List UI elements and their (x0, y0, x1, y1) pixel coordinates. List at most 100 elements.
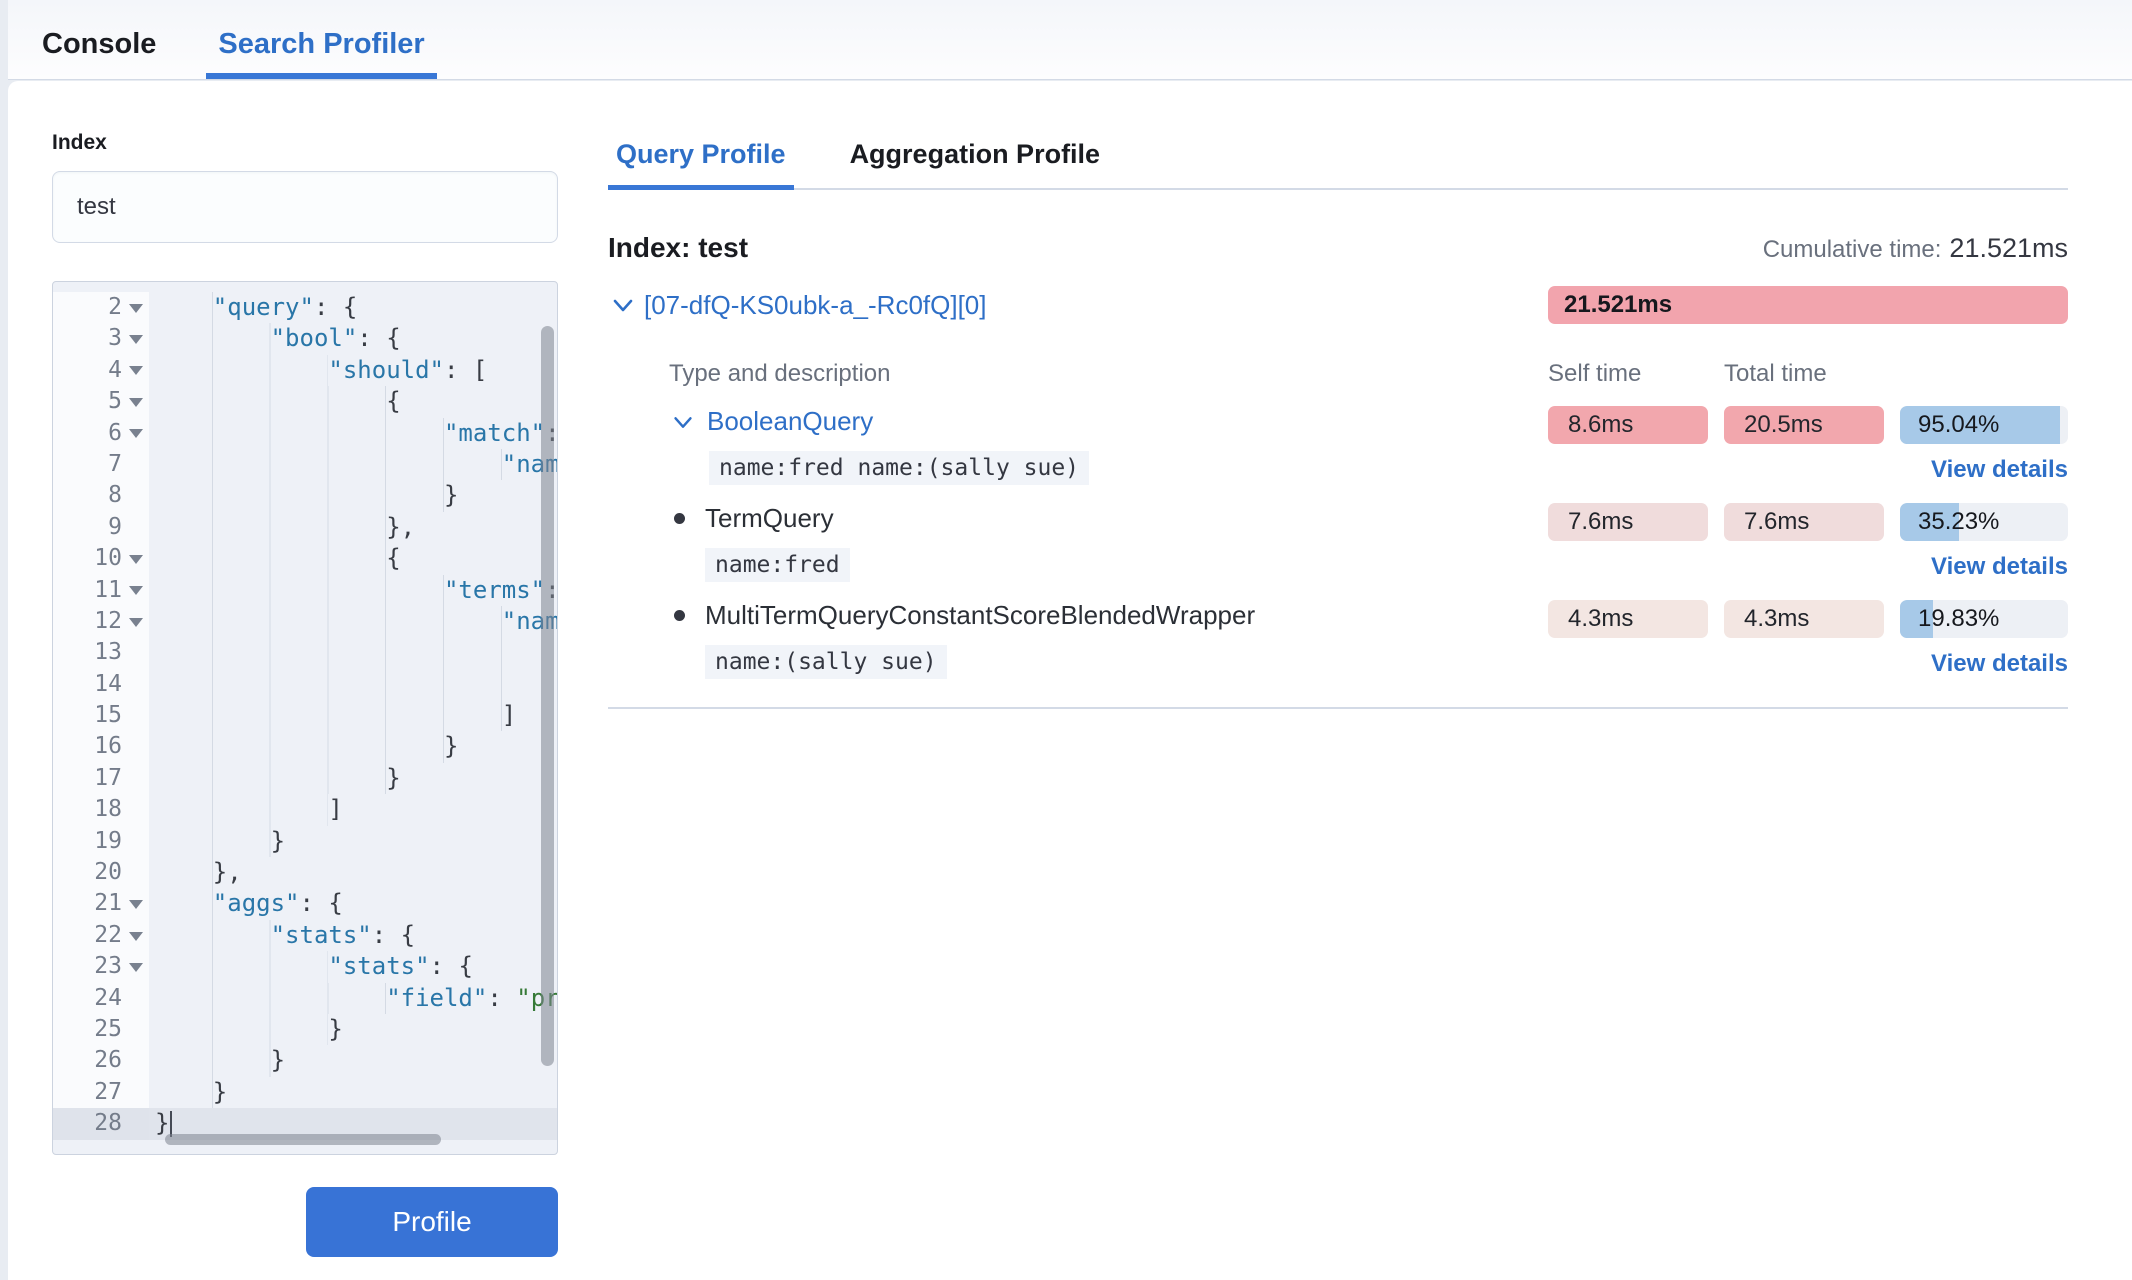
query-editor[interactable]: 2"query": {3"bool": {4"should": [5{6"mat… (52, 281, 558, 1155)
shard-time-value: 21.521ms (1564, 291, 1672, 319)
fold-arrow-icon[interactable] (127, 428, 145, 438)
fold-arrow-icon[interactable] (127, 365, 145, 375)
percent-bar: 95.04% (1900, 406, 2068, 444)
editor-gutter[interactable]: 22 (53, 920, 149, 951)
editor-line-5[interactable]: 5{ (53, 386, 557, 417)
shard-toggle-link[interactable]: [07-dfQ-KS0ubk-a_-Rc0fQ][0] (608, 290, 986, 321)
code-line-text: "name": "fred" (149, 449, 557, 480)
editor-line-12[interactable]: 12"name": [ (53, 606, 557, 637)
horizontal-scrollbar-thumb[interactable] (165, 1134, 441, 1145)
shard-id: [07-dfQ-KS0ubk-a_-Rc0fQ][0] (644, 290, 986, 321)
code-line-text: "sally" (149, 669, 557, 700)
editor-line-13[interactable]: 13"sue", (53, 637, 557, 668)
editor-line-19[interactable]: 19} (53, 826, 557, 857)
fold-arrow-icon[interactable] (127, 397, 145, 407)
editor-line-21[interactable]: 21"aggs": { (53, 888, 557, 919)
shard-row: [07-dfQ-KS0ubk-a_-Rc0fQ][0] 21.521ms (608, 286, 2068, 324)
editor-gutter[interactable]: 6 (53, 418, 149, 449)
editor-line-6[interactable]: 6"match": { (53, 418, 557, 449)
editor-line-22[interactable]: 22"stats": { (53, 920, 557, 951)
code-line-text: "aggs": { (149, 888, 557, 919)
cumulative-time: Cumulative time:21.521ms (1763, 233, 2068, 264)
editor-line-17[interactable]: 17} (53, 763, 557, 794)
editor-line-9[interactable]: 9}, (53, 512, 557, 543)
editor-line-27[interactable]: 27} (53, 1077, 557, 1108)
total-time-badge: 20.5ms (1724, 406, 1884, 444)
editor-gutter: 14 (53, 669, 149, 700)
editor-line-23[interactable]: 23"stats": { (53, 951, 557, 982)
editor-line-18[interactable]: 18] (53, 794, 557, 825)
query-type[interactable]: BooleanQuery (669, 406, 1548, 437)
code-line-text: } (149, 1014, 557, 1045)
fold-arrow-placeholder (127, 1119, 145, 1129)
profile-results: Query Profile Aggregation Profile Index:… (608, 81, 2068, 709)
line-number: 16 (94, 731, 122, 762)
editor-line-10[interactable]: 10{ (53, 543, 557, 574)
view-details-link[interactable]: View details (1931, 650, 2068, 678)
fold-arrow-icon[interactable] (127, 931, 145, 941)
view-details-link[interactable]: View details (1931, 456, 2068, 484)
editor-gutter[interactable]: 5 (53, 386, 149, 417)
code-line-text: } (149, 731, 557, 762)
editor-gutter[interactable]: 2 (53, 292, 149, 323)
query-description: name:fred name:(sally sue) (709, 451, 1089, 485)
tab-query-profile[interactable]: Query Profile (608, 139, 794, 188)
self-time-badge: 7.6ms (1548, 503, 1708, 541)
fold-arrow-icon[interactable] (127, 303, 145, 313)
percent-value: 95.04% (1918, 406, 1999, 444)
editor-line-16[interactable]: 16} (53, 731, 557, 762)
editor-gutter[interactable]: 4 (53, 355, 149, 386)
bullet-icon (674, 610, 685, 621)
editor-line-11[interactable]: 11"terms": { (53, 575, 557, 606)
editor-gutter: 15 (53, 700, 149, 731)
editor-gutter[interactable]: 10 (53, 543, 149, 574)
vertical-scrollbar-thumb[interactable] (541, 326, 554, 1066)
editor-line-8[interactable]: 8} (53, 480, 557, 511)
chevron-down-icon (608, 290, 638, 320)
code-line-text: }, (149, 512, 557, 543)
editor-gutter: 7 (53, 449, 149, 480)
editor-line-25[interactable]: 25} (53, 1014, 557, 1045)
view-details-link[interactable]: View details (1931, 553, 2068, 581)
code-line-text: }, (149, 857, 557, 888)
editor-line-24[interactable]: 24"field": "price" (53, 983, 557, 1014)
editor-gutter: 17 (53, 763, 149, 794)
editor-line-4[interactable]: 4"should": [ (53, 355, 557, 386)
editor-line-14[interactable]: 14 "sally" (53, 669, 557, 700)
line-number: 26 (94, 1045, 122, 1076)
profile-button[interactable]: Profile (306, 1187, 558, 1257)
line-number: 14 (94, 669, 122, 700)
editor-gutter[interactable]: 12 (53, 606, 149, 637)
fold-arrow-placeholder (127, 648, 145, 658)
index-input[interactable] (52, 171, 558, 243)
editor-line-20[interactable]: 20}, (53, 857, 557, 888)
fold-arrow-placeholder (127, 805, 145, 815)
editor-line-3[interactable]: 3"bool": { (53, 323, 557, 354)
fold-arrow-icon[interactable] (127, 617, 145, 627)
line-number: 17 (94, 763, 122, 794)
editor-line-15[interactable]: 15] (53, 700, 557, 731)
query-description: name:fred (705, 548, 850, 582)
self-time-badge: 4.3ms (1548, 600, 1708, 638)
code-line-text: "name": [ (149, 606, 557, 637)
editor-line-7[interactable]: 7"name": "fred" (53, 449, 557, 480)
tab-search-profiler[interactable]: Search Profiler (206, 28, 436, 79)
editor-line-2[interactable]: 2"query": { (53, 292, 557, 323)
self-time-badge: 8.6ms (1548, 406, 1708, 444)
fold-arrow-icon[interactable] (127, 899, 145, 909)
editor-gutter[interactable]: 21 (53, 888, 149, 919)
code-line-text: "query": { (149, 292, 557, 323)
fold-arrow-icon[interactable] (127, 962, 145, 972)
editor-gutter[interactable]: 11 (53, 575, 149, 606)
editor-gutter[interactable]: 3 (53, 323, 149, 354)
fold-arrow-icon[interactable] (127, 554, 145, 564)
tab-console[interactable]: Console (30, 28, 168, 79)
editor-line-26[interactable]: 26} (53, 1045, 557, 1076)
fold-arrow-icon[interactable] (127, 334, 145, 344)
query-sidebar: Index 2"query": {3"bool": {4"should": [5… (52, 81, 558, 1257)
editor-gutter: 13 (53, 637, 149, 668)
editor-gutter[interactable]: 23 (53, 951, 149, 982)
tab-aggregation-profile[interactable]: Aggregation Profile (842, 139, 1109, 188)
app-tab-bar: Console Search Profiler (8, 0, 2132, 80)
fold-arrow-icon[interactable] (127, 585, 145, 595)
